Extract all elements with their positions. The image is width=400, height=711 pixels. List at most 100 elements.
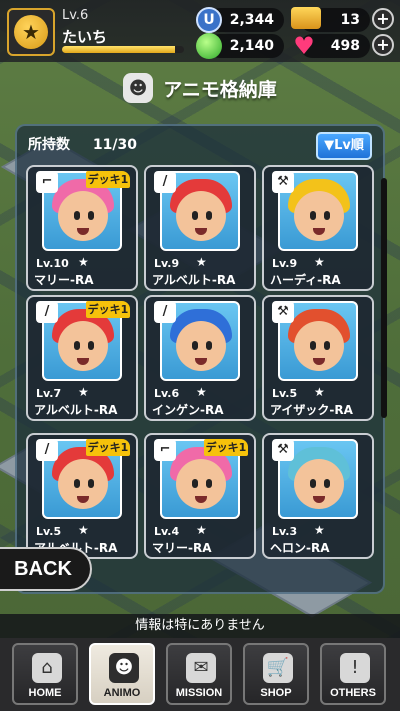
star-icon: ★ <box>78 523 89 537</box>
animo-card[interactable]: / Lv.9 ★ アルベルト-RA <box>144 165 256 291</box>
sort-by-level-button[interactable]: ▼Lv順 <box>316 132 372 160</box>
animo-eye <box>192 211 198 220</box>
animo-card[interactable]: / Lv.6 ★ インゲン-RA <box>144 295 256 421</box>
add-gold-button[interactable]: + <box>372 8 394 30</box>
gun-weapon-icon: ⌐ <box>154 439 176 461</box>
animo-icon: ☻ <box>109 653 139 683</box>
animo-card[interactable]: ⚒ Lv.9 ★ ハーディ-RA <box>262 165 374 291</box>
animo-level: Lv.5 <box>272 387 298 400</box>
hammer-weapon-icon: ⚒ <box>272 301 294 323</box>
nav-label: OTHERS <box>330 687 376 699</box>
mission-icon: ✉ <box>186 653 216 683</box>
gold-bar-icon <box>291 7 321 29</box>
animo-eye <box>206 479 212 488</box>
storage-title: アニモ格納庫 <box>163 78 277 101</box>
animo-name: マリー-RA <box>152 541 212 555</box>
animo-level: Lv.10 <box>36 257 69 270</box>
nav-home-button[interactable]: ⌂ HOME <box>12 643 78 705</box>
animo-eye <box>192 341 198 350</box>
animo-name: アルベルト-RA <box>152 273 236 287</box>
animo-level: Lv.9 <box>154 257 180 270</box>
animo-eye <box>310 479 316 488</box>
animo-eye <box>88 479 94 488</box>
animo-eye <box>206 341 212 350</box>
animo-eye <box>88 211 94 220</box>
owned-count-label: 所持数 <box>28 137 70 153</box>
ucoin-icon: U <box>196 7 222 33</box>
animo-name: ヘロン-RA <box>270 541 330 555</box>
sword-weapon-icon: / <box>154 301 176 323</box>
animo-card[interactable]: ⚒ Lv.5 ★ アイザック-RA <box>262 295 374 421</box>
animo-eye <box>88 341 94 350</box>
star-icon: ★ <box>196 255 207 269</box>
animo-level: Lv.9 <box>272 257 298 270</box>
star-icon: ★ <box>196 523 207 537</box>
animo-eye <box>310 341 316 350</box>
deck-badge: デッキ1 <box>204 439 248 456</box>
back-button[interactable]: BACK <box>0 547 92 591</box>
animo-card[interactable]: ⚒ Lv.3 ★ ヘロン-RA <box>262 433 374 559</box>
others-icon: ! <box>340 653 370 683</box>
animo-eye <box>74 479 80 488</box>
nav-shop-button[interactable]: 🛒 SHOP <box>243 643 309 705</box>
hammer-weapon-icon: ⚒ <box>272 439 294 461</box>
player-name: たいち <box>62 28 108 46</box>
heart-icon: ♥ <box>293 32 315 60</box>
star-badge-icon: ★ <box>14 15 48 49</box>
nav-label: ANIMO <box>103 687 141 699</box>
animo-storage-icon: ☻ <box>123 73 154 103</box>
animo-name: ハーディ-RA <box>270 273 341 287</box>
animo-eye <box>324 341 330 350</box>
animo-eye <box>74 211 80 220</box>
info-message: 情報は特にありません <box>0 614 400 638</box>
animo-level: Lv.5 <box>36 525 62 538</box>
deck-badge: デッキ1 <box>86 171 130 188</box>
animo-eye <box>74 341 80 350</box>
nav-label: HOME <box>28 687 62 699</box>
nav-animo-button[interactable]: ☻ ANIMO <box>89 643 155 705</box>
animo-name: マリー-RA <box>34 273 94 287</box>
star-icon: ★ <box>314 523 325 537</box>
add-heart-button[interactable]: + <box>372 34 394 56</box>
sword-weapon-icon: / <box>154 171 176 193</box>
animo-eye <box>324 479 330 488</box>
cart-icon: 🛒 <box>263 653 293 683</box>
star-icon: ★ <box>314 255 325 269</box>
nav-mission-button[interactable]: ✉ MISSION <box>166 643 232 705</box>
star-icon: ★ <box>78 385 89 399</box>
hammer-weapon-icon: ⚒ <box>272 171 294 193</box>
animo-card[interactable]: ⌐ デッキ1 Lv.4 ★ マリー-RA <box>144 433 256 559</box>
animo-eye <box>324 211 330 220</box>
player-level: Lv.6 <box>62 8 89 23</box>
animo-name: アイザック-RA <box>270 403 353 417</box>
animo-level: Lv.7 <box>36 387 62 400</box>
animo-name: アルベルト-RA <box>34 403 118 417</box>
animo-level: Lv.6 <box>154 387 180 400</box>
nav-label: SHOP <box>260 687 292 699</box>
gun-weapon-icon: ⌐ <box>36 171 58 193</box>
xp-progress-bar <box>62 46 184 53</box>
star-icon: ★ <box>314 385 325 399</box>
list-scrollbar[interactable] <box>381 178 387 418</box>
animo-card[interactable]: / デッキ1 Lv.7 ★ アルベルト-RA <box>26 295 138 421</box>
star-icon: ★ <box>78 255 89 269</box>
deck-badge: デッキ1 <box>86 301 130 318</box>
xp-progress-fill <box>62 46 176 53</box>
sword-weapon-icon: / <box>36 301 58 323</box>
storage-header: ☻ アニモ格納庫 <box>0 64 400 112</box>
animo-eye <box>206 211 212 220</box>
animo-eye <box>192 479 198 488</box>
owned-count-value: 11/30 <box>92 137 137 153</box>
animo-name: インゲン-RA <box>152 403 224 417</box>
sword-weapon-icon: / <box>36 439 58 461</box>
owned-count: 所持数 11/30 <box>28 134 168 156</box>
animo-eye <box>310 211 316 220</box>
animo-level: Lv.3 <box>272 525 298 538</box>
animo-card[interactable]: / デッキ1 Lv.5 ★ アルベルト-RA <box>26 433 138 559</box>
player-avatar[interactable]: ★ <box>7 8 55 56</box>
nav-label: MISSION <box>175 687 223 699</box>
nav-others-button[interactable]: ! OTHERS <box>320 643 386 705</box>
animo-level: Lv.4 <box>154 525 180 538</box>
green-orb-icon <box>196 33 222 59</box>
animo-card[interactable]: ⌐ デッキ1 Lv.10 ★ マリー-RA <box>26 165 138 291</box>
